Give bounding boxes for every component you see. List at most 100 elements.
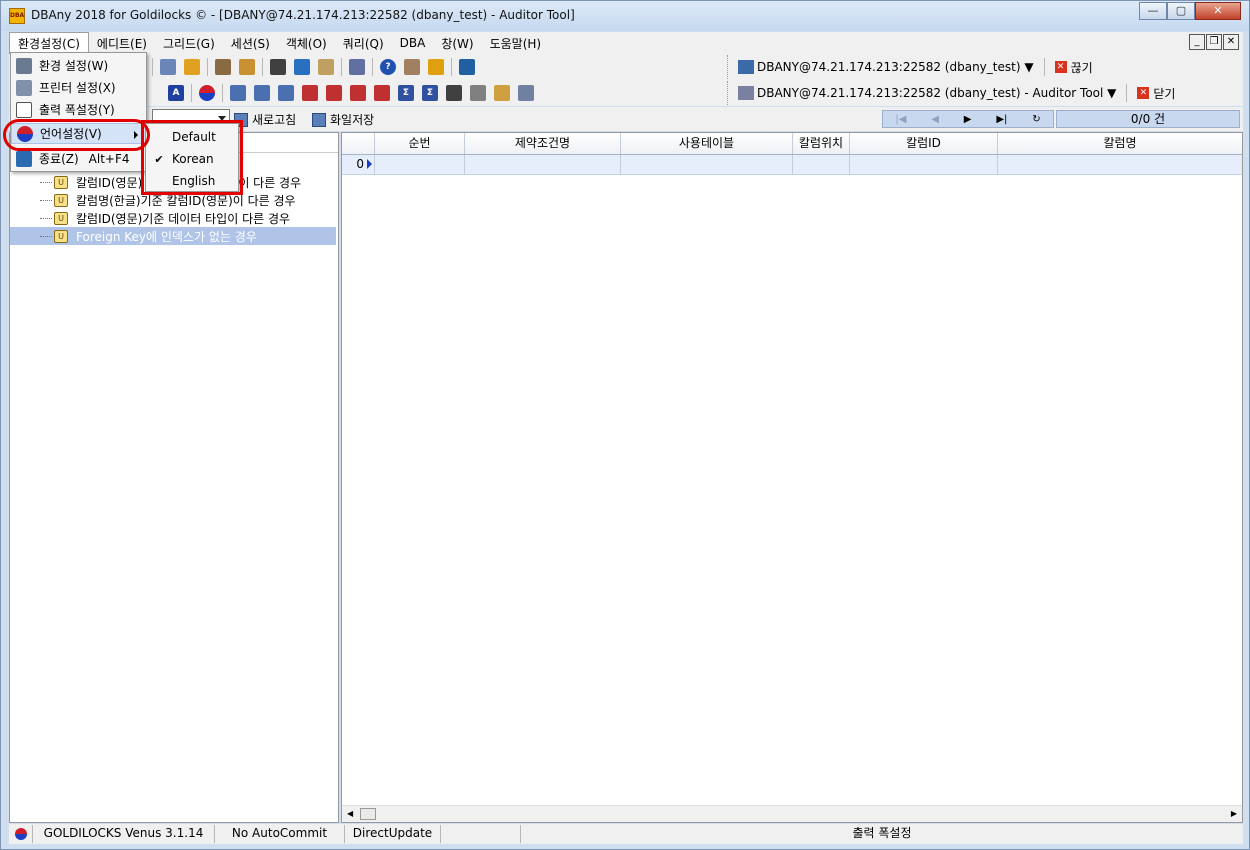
prev-record-icon[interactable]: ◀ <box>931 114 939 125</box>
user-edit-icon[interactable] <box>239 59 255 75</box>
auditor-icon <box>738 86 754 100</box>
save-file-label: 화일저장 <box>330 113 375 127</box>
table-export-icon[interactable] <box>374 85 390 101</box>
connection-selector[interactable]: DBANY@74.21.174.213:22582 (dbany_test) ▼… <box>727 55 1177 79</box>
menu-bar: 환경설정(C) 에디트(E) 그리드(G) 세션(S) 객체(O) 쿼리(Q) … <box>9 32 1243 54</box>
current-row-icon <box>367 159 372 169</box>
sum-icon[interactable]: Σ <box>398 85 414 101</box>
column-header[interactable]: 사용테이블 <box>621 133 793 154</box>
last-record-icon[interactable]: ▶| <box>996 114 1007 125</box>
refresh-button[interactable]: 새로고침 <box>234 111 296 128</box>
users-icon[interactable] <box>215 59 231 75</box>
menu-query[interactable]: 쿼리(Q) <box>335 33 392 54</box>
table-cell[interactable] <box>998 155 1242 174</box>
reload-icon[interactable]: ↻ <box>1032 114 1040 125</box>
menu-object[interactable]: 객체(O) <box>278 33 335 54</box>
menu-item-output-width[interactable]: 출력 폭설정(Y) <box>11 99 146 120</box>
mdi-close-button[interactable]: ✕ <box>1223 34 1239 50</box>
close-tab-icon: ✕ <box>1137 87 1150 99</box>
table-rows-icon[interactable] <box>278 85 294 101</box>
menu-item-printer-settings[interactable]: 프린터 설정(X) <box>11 77 146 98</box>
column-header[interactable]: 칼럼위치 <box>793 133 850 154</box>
chart-icon[interactable] <box>270 59 286 75</box>
column-header[interactable]: 칼럼명 <box>998 133 1242 154</box>
highlight-language-submenu <box>141 120 243 195</box>
record-count: 0/0 건 <box>1056 110 1240 128</box>
dba-icon[interactable] <box>428 59 444 75</box>
title-bar: DBA DBAny 2018 for Goldilocks © - [DBANY… <box>1 1 1249 31</box>
table-cell[interactable] <box>375 155 465 174</box>
column-header[interactable]: 순번 <box>375 133 465 154</box>
menu-item-label: 환경 설정(W) <box>39 59 109 73</box>
commit-mode: No AutoCommit <box>215 825 345 843</box>
menu-session[interactable]: 세션(S) <box>223 33 278 54</box>
mdi-restore-button[interactable]: ❐ <box>1206 34 1222 50</box>
save-file-icon <box>312 112 326 127</box>
table-cell[interactable] <box>621 155 793 174</box>
window-name[interactable]: DBANY@74.21.174.213:22582 (dbany_test) -… <box>757 86 1116 100</box>
scroll-thumb[interactable] <box>360 808 376 820</box>
tree-item[interactable]: U 칼럼ID(영문)기준 데이터 타입이 다른 경우 <box>10 209 290 227</box>
exit-icon[interactable] <box>459 59 475 75</box>
clipboard-icon[interactable] <box>318 59 334 75</box>
filter-icon[interactable] <box>470 85 486 101</box>
table-columns-icon[interactable] <box>254 85 270 101</box>
disconnect-button[interactable]: 끊기 <box>1071 59 1093 76</box>
scroll-left-icon[interactable]: ◀ <box>347 809 353 818</box>
korea-flag-icon <box>14 828 27 840</box>
disconnect-icon: ✕ <box>1054 61 1067 73</box>
sql-icon[interactable] <box>184 59 200 75</box>
list-icon[interactable] <box>160 59 176 75</box>
tree-item-label: 칼럼ID(영문) <box>76 175 143 190</box>
page-icon <box>16 101 32 118</box>
menu-edit[interactable]: 에디트(E) <box>89 33 155 54</box>
menu-grid[interactable]: 그리드(G) <box>155 33 223 54</box>
connection-name[interactable]: DBANY@74.21.174.213:22582 (dbany_test) ▼ <box>757 60 1034 74</box>
close-tab-button[interactable]: 닫기 <box>1153 85 1175 102</box>
font-icon[interactable]: A <box>168 85 184 101</box>
next-record-icon[interactable]: ▶ <box>964 114 972 125</box>
update-mode: DirectUpdate <box>345 825 441 843</box>
monitor-icon[interactable] <box>294 59 310 75</box>
sort-icon[interactable] <box>446 85 462 101</box>
table-icon[interactable] <box>230 85 246 101</box>
toolbar-area: ? A Σ Σ DBANY@74.21.174.213:22582 (dbany… <box>9 54 1243 106</box>
table-cell[interactable] <box>465 155 621 174</box>
help-icon[interactable]: ? <box>380 59 396 75</box>
horizontal-scrollbar[interactable]: ◀ ▶ <box>342 805 1242 822</box>
menu-item-env-settings[interactable]: 환경 설정(W) <box>11 55 146 76</box>
table-insert-icon[interactable] <box>326 85 342 101</box>
find-icon[interactable] <box>494 85 510 101</box>
table-delete-icon[interactable] <box>302 85 318 101</box>
menu-item-exit[interactable]: 종료(Z) Alt+F4 <box>11 148 146 169</box>
sum-group-icon[interactable]: Σ <box>422 85 438 101</box>
table-row[interactable]: 0 <box>342 155 1242 175</box>
column-header[interactable]: 칼럼ID <box>850 133 998 154</box>
search-icon[interactable] <box>349 59 365 75</box>
table-cell[interactable] <box>850 155 998 174</box>
table-copy-icon[interactable] <box>350 85 366 101</box>
mdi-minimize-button[interactable]: _ <box>1189 34 1205 50</box>
menu-settings[interactable]: 환경설정(C) <box>9 32 89 54</box>
table-cell[interactable] <box>793 155 850 174</box>
minimize-button[interactable]: — <box>1139 2 1167 20</box>
menu-window[interactable]: 창(W) <box>433 33 481 54</box>
window-selector[interactable]: DBANY@74.21.174.213:22582 (dbany_test) -… <box>727 81 1177 105</box>
tree-item-selected[interactable]: U Foreign Key에 인덱스가 없는 경우 <box>10 227 336 245</box>
result-grid: 순번 제약조건명 사용테이블 칼럼위치 칼럼ID 칼럼명 0 ◀ ▶ <box>341 132 1243 823</box>
close-window-button[interactable]: ✕ <box>1195 2 1241 20</box>
maximize-button[interactable]: ▢ <box>1167 2 1195 20</box>
menu-dba[interactable]: DBA <box>392 34 434 52</box>
tree-item-label: Foreign Key에 인덱스가 없는 경우 <box>76 229 257 244</box>
print-preview-icon[interactable] <box>518 85 534 101</box>
menu-help[interactable]: 도움말(H) <box>482 33 550 54</box>
menu-item-label: 종료(Z) <box>39 152 79 166</box>
column-header[interactable]: 제약조건명 <box>465 133 621 154</box>
view-icon: U <box>54 229 68 243</box>
view-icon: U <box>54 175 68 189</box>
korea-flag-icon[interactable] <box>199 85 215 101</box>
scroll-right-icon[interactable]: ▶ <box>1231 809 1237 818</box>
box-icon[interactable] <box>404 59 420 75</box>
save-file-button[interactable]: 화일저장 <box>312 111 374 128</box>
first-record-icon[interactable]: |◀ <box>895 114 906 125</box>
